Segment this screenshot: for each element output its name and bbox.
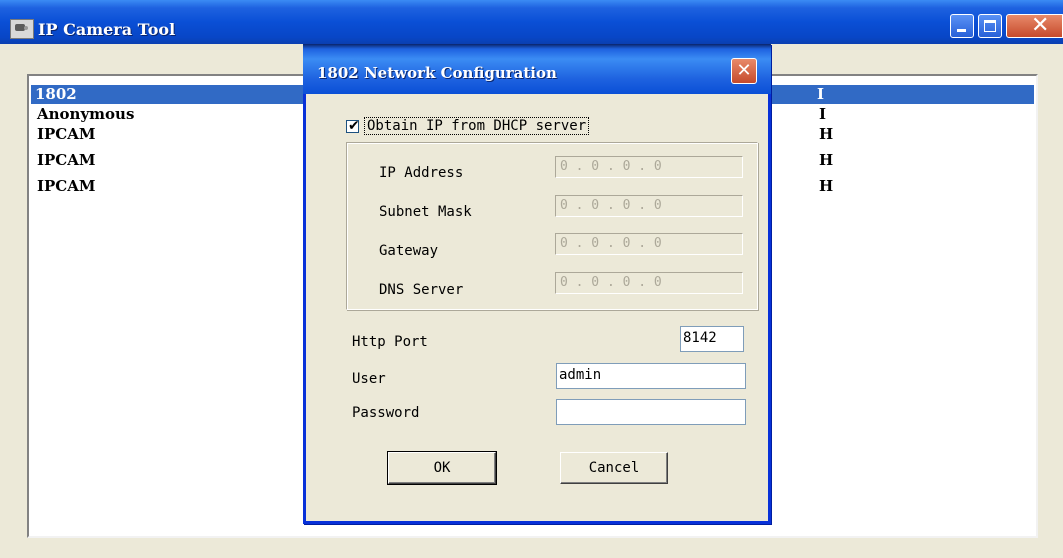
minimize-button[interactable] bbox=[950, 14, 974, 38]
gateway-field: 0 . 0 . 0 . 0 bbox=[555, 233, 743, 255]
device-status: H bbox=[819, 177, 834, 195]
device-status: I bbox=[817, 85, 825, 103]
ip-address-field: 0 . 0 . 0 . 0 bbox=[555, 156, 743, 178]
close-window-button[interactable]: ✕ bbox=[1006, 13, 1063, 38]
main-titlebar[interactable]: IP Camera Tool ✕ bbox=[0, 0, 1063, 44]
password-label: Password bbox=[352, 405, 420, 421]
device-name: IPCAM bbox=[37, 125, 96, 143]
window-title: IP Camera Tool bbox=[38, 20, 176, 39]
device-status: H bbox=[819, 151, 834, 169]
ok-button[interactable]: OK bbox=[387, 451, 497, 485]
device-status: H bbox=[819, 125, 834, 143]
device-status: I bbox=[819, 105, 827, 123]
gateway-label: Gateway bbox=[379, 243, 439, 259]
http-port-input[interactable]: 8142 bbox=[680, 326, 744, 352]
http-port-label: Http Port bbox=[352, 334, 428, 350]
dhcp-label[interactable]: Obtain IP from DHCP server bbox=[364, 117, 590, 135]
checkmark-icon: ✔ bbox=[348, 118, 360, 134]
dialog-close-button[interactable]: ✕ bbox=[731, 58, 757, 84]
user-label: User bbox=[352, 371, 386, 387]
device-name: IPCAM bbox=[37, 177, 96, 195]
camera-app-icon bbox=[10, 19, 34, 39]
dhcp-checkbox[interactable]: ✔ bbox=[346, 118, 360, 134]
dialog-title: 1802 Network Configuration bbox=[317, 64, 557, 82]
close-icon: ✕ bbox=[736, 60, 752, 81]
device-name: Anonymous bbox=[37, 105, 135, 123]
device-name: IPCAM bbox=[37, 151, 96, 169]
network-config-dialog: 1802 Network Configuration ✕ ✔ Obtain IP… bbox=[303, 44, 771, 524]
close-icon: ✕ bbox=[1031, 13, 1050, 38]
device-name: 1802 bbox=[35, 85, 77, 103]
maximize-icon bbox=[984, 20, 996, 32]
subnet-mask-label: Subnet Mask bbox=[379, 204, 472, 220]
maximize-button[interactable] bbox=[978, 14, 1002, 38]
ip-settings-group: IP Address 0 . 0 . 0 . 0 Subnet Mask 0 .… bbox=[346, 142, 758, 310]
dns-server-field: 0 . 0 . 0 . 0 bbox=[555, 272, 743, 294]
cancel-button[interactable]: Cancel bbox=[560, 452, 668, 484]
user-input[interactable]: admin bbox=[556, 363, 746, 389]
minimize-icon bbox=[957, 29, 966, 32]
password-input[interactable] bbox=[556, 399, 746, 425]
ip-address-label: IP Address bbox=[379, 165, 464, 181]
dialog-titlebar[interactable]: 1802 Network Configuration ✕ bbox=[303, 44, 771, 94]
subnet-mask-field: 0 . 0 . 0 . 0 bbox=[555, 195, 743, 217]
dns-server-label: DNS Server bbox=[379, 282, 464, 298]
